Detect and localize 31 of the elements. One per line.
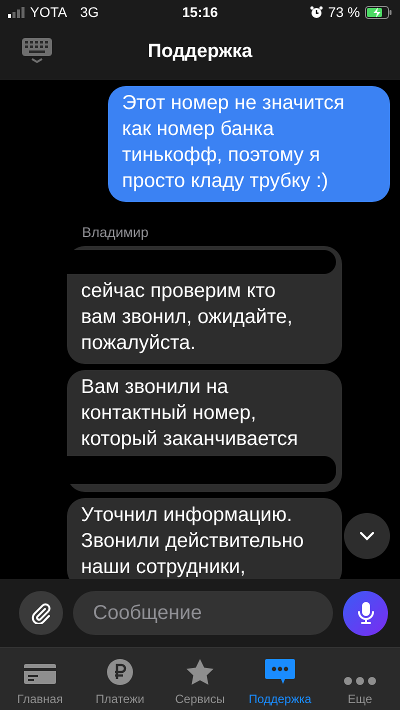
chat-bubble-icon (264, 658, 296, 686)
incoming-message: сейчас проверим кто вам звонил, ожидайте, пожалуйста. (81, 279, 294, 356)
card-icon (23, 662, 57, 686)
alarm-icon (310, 6, 324, 18)
chevron-down-icon (359, 531, 375, 541)
star-icon (185, 658, 215, 686)
tab[interactable]: Сервисы (160, 658, 240, 710)
attach-button[interactable] (19, 591, 63, 635)
incoming-message: Уточнил информацию. Звонили действительно наши сотрудники, (81, 503, 305, 579)
tab[interactable]: Поддержка (240, 658, 320, 710)
carrier-name: YOTA (30, 4, 68, 20)
message-field[interactable]: Сообщение (73, 591, 333, 635)
voice-button[interactable] (343, 590, 388, 636)
network-type: 3G (80, 4, 99, 20)
battery-icon (365, 6, 392, 18)
tab[interactable]: Еще (320, 658, 400, 710)
tab[interactable]: Платежи (80, 658, 160, 710)
clock-time: 15:16 (182, 4, 218, 20)
paperclip-icon (30, 602, 52, 624)
outgoing-message: Этот номер не значится как номер банка тинькофф, поэтому я просто кладу трубку :) (108, 86, 390, 202)
tab[interactable]: Главная (0, 658, 80, 710)
signal-icon (8, 6, 25, 18)
scroll-down-button[interactable] (344, 513, 390, 559)
keyboard-icon[interactable] (22, 38, 52, 64)
microphone-icon (356, 601, 374, 625)
ruble-icon (106, 658, 134, 686)
incoming-message: Вам звонили на контактный номер, который заканчивается (81, 375, 299, 452)
chat-title: Поддержка (148, 41, 252, 63)
sender-name: Владимир (81, 224, 149, 240)
more-icon (343, 676, 377, 686)
battery-percent: 73 % (328, 4, 360, 20)
